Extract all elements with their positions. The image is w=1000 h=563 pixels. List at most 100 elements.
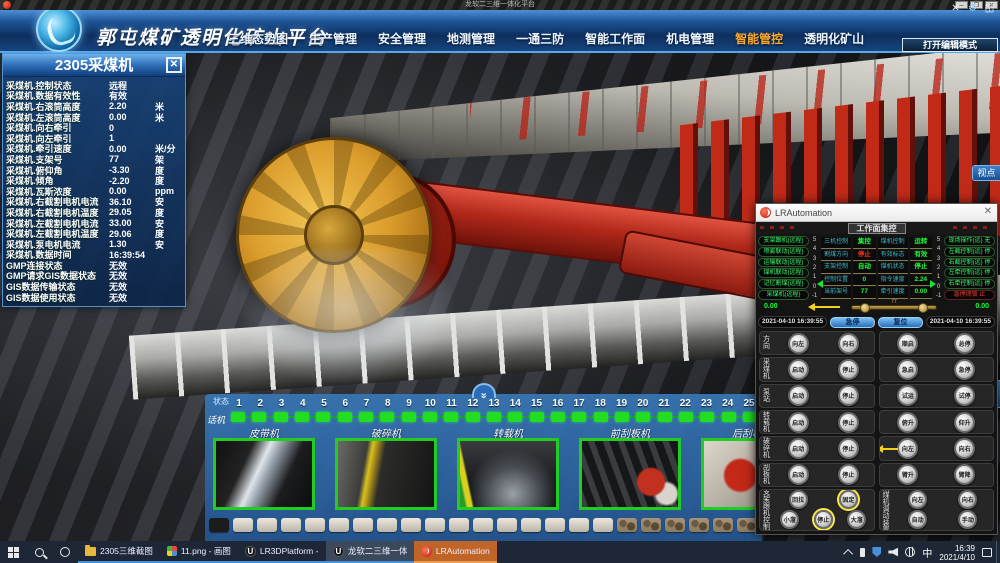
channel-status-led[interactable]: [636, 412, 650, 422]
round-button[interactable]: 臂降: [954, 464, 975, 485]
channel-status-led[interactable]: [572, 412, 586, 422]
round-button[interactable]: 固定: [839, 490, 858, 509]
lr-titlebar[interactable]: LRAutomation: [756, 204, 997, 222]
restore-icon[interactable]: ◱: [983, 2, 996, 15]
pill-button[interactable]: 右牵控制(远) 停: [944, 279, 995, 289]
taskbar-item[interactable]: LR3DPlatform - U...: [238, 541, 326, 563]
round-button[interactable]: 启动: [788, 464, 809, 485]
channel-status-led[interactable]: [252, 412, 266, 422]
channel-status-led[interactable]: [423, 412, 437, 422]
round-button[interactable]: 试停: [954, 385, 975, 406]
channel-status-led[interactable]: [466, 412, 480, 422]
round-button[interactable]: 向右: [838, 333, 859, 354]
channel-status-led[interactable]: [487, 412, 501, 422]
taskbar-item[interactable]: 2305三维截图: [78, 541, 160, 563]
nav-item[interactable]: 三维态势图: [228, 30, 288, 47]
round-button[interactable]: 向左: [908, 490, 927, 509]
round-button[interactable]: 启动: [788, 385, 809, 406]
pill-button[interactable]: 采煤机(远程): [758, 290, 809, 300]
filmstrip-cell[interactable]: [305, 518, 325, 532]
camera-thumb-rear-scraper[interactable]: [701, 438, 762, 510]
clock[interactable]: 16:39 2021/4/10: [939, 542, 975, 562]
nav-item[interactable]: 安全管理: [378, 30, 426, 47]
round-button[interactable]: 停止: [838, 385, 859, 406]
filmstrip-cell[interactable]: [401, 518, 421, 532]
pill-button[interactable]: 急停闭锁 止: [944, 290, 995, 300]
notification-icon[interactable]: [982, 548, 992, 557]
channel-status-led[interactable]: [338, 412, 352, 422]
channel-status-led[interactable]: [594, 412, 608, 422]
pill-button[interactable]: 记忆割煤(远程): [758, 279, 809, 289]
edit-mode-button[interactable]: 打开编辑模式: [902, 38, 998, 52]
taskbar-item[interactable]: 龙软二三维一体化...: [326, 541, 414, 563]
slider-knob[interactable]: [918, 303, 928, 313]
round-button[interactable]: 试运: [897, 385, 918, 406]
filmstrip-cell[interactable]: [257, 518, 277, 532]
channel-status-led[interactable]: [679, 412, 693, 422]
round-button[interactable]: 向右: [954, 438, 975, 459]
input-method-indicator[interactable]: 中: [922, 545, 932, 560]
filmstrip-cell[interactable]: [449, 518, 469, 532]
speaker-icon[interactable]: [888, 548, 898, 557]
nav-item[interactable]: 地测管理: [447, 30, 495, 47]
chevron-up-icon[interactable]: [844, 548, 854, 558]
pill-button[interactable]: 喷雾联动(远程): [758, 247, 809, 257]
filmstrip-cell[interactable]: [425, 518, 445, 532]
filmstrip-cell[interactable]: [353, 518, 373, 532]
round-button[interactable]: 臂升: [897, 464, 918, 485]
camera-thumb-belt[interactable]: [213, 438, 315, 510]
reset-button[interactable]: 复位: [878, 317, 923, 328]
round-button[interactable]: 大溜: [847, 510, 866, 529]
channel-status-led[interactable]: [530, 412, 544, 422]
channel-status-led[interactable]: [295, 412, 309, 422]
filmstrip-cell[interactable]: [665, 518, 685, 532]
channel-status-led[interactable]: [700, 412, 714, 422]
tools-icon[interactable]: ✕: [949, 2, 962, 15]
camera-thumb-crusher[interactable]: [335, 438, 437, 510]
channel-status-led[interactable]: [359, 412, 373, 422]
filmstrip-cell[interactable]: [209, 518, 229, 532]
start-button[interactable]: [0, 541, 26, 563]
nav-item[interactable]: 机电管理: [666, 30, 714, 47]
round-button[interactable]: 向左: [897, 438, 918, 459]
filmstrip-cell[interactable]: [329, 518, 349, 532]
channel-status-led[interactable]: [551, 412, 565, 422]
channel-status-led[interactable]: [231, 412, 245, 422]
channel-status-led[interactable]: [444, 412, 458, 422]
round-button[interactable]: 急停: [954, 359, 975, 380]
round-button[interactable]: 启动: [788, 438, 809, 459]
round-button[interactable]: 小溜: [780, 510, 799, 529]
round-button[interactable]: 启动: [788, 412, 809, 433]
camera-thumb-loader[interactable]: [457, 438, 559, 510]
filmstrip-cell[interactable]: [545, 518, 565, 532]
pill-button[interactable]: 支架跟机(远程): [758, 236, 809, 246]
round-button[interactable]: 俯升: [897, 412, 918, 433]
tab-workface-control[interactable]: 工作面集控: [848, 223, 906, 234]
round-button[interactable]: 向右: [958, 490, 977, 509]
channel-status-led[interactable]: [658, 412, 672, 422]
show-desktop-button[interactable]: [996, 541, 1000, 563]
channel-status-led[interactable]: [402, 412, 416, 422]
round-button[interactable]: 启动: [788, 359, 809, 380]
channel-status-led[interactable]: [508, 412, 522, 422]
filmstrip-cell[interactable]: [281, 518, 301, 532]
round-button[interactable]: 急启: [897, 359, 918, 380]
channel-status-led[interactable]: [615, 412, 629, 422]
panel-close-icon[interactable]: [166, 57, 182, 73]
round-button[interactable]: 仰升: [954, 412, 975, 433]
channel-status-led[interactable]: [274, 412, 288, 422]
task-view-button[interactable]: [52, 541, 78, 563]
filmstrip-cell[interactable]: [569, 518, 589, 532]
filmstrip-cell[interactable]: [497, 518, 517, 532]
slider-track[interactable]: 77: [851, 305, 937, 310]
search-button[interactable]: [26, 541, 52, 563]
filmstrip-cell[interactable]: [641, 518, 661, 532]
nav-item[interactable]: 智能管控: [735, 30, 783, 47]
filmstrip-cell[interactable]: [377, 518, 397, 532]
shield-icon[interactable]: [872, 547, 881, 557]
channel-status-led[interactable]: [722, 412, 736, 422]
pill-button[interactable]: 现场操作(远) 无: [944, 236, 995, 246]
pill-button[interactable]: 右截控制(远) 停: [944, 258, 995, 268]
round-button[interactable]: 停止: [838, 359, 859, 380]
pill-button[interactable]: 左牵控制(远) 停: [944, 268, 995, 278]
